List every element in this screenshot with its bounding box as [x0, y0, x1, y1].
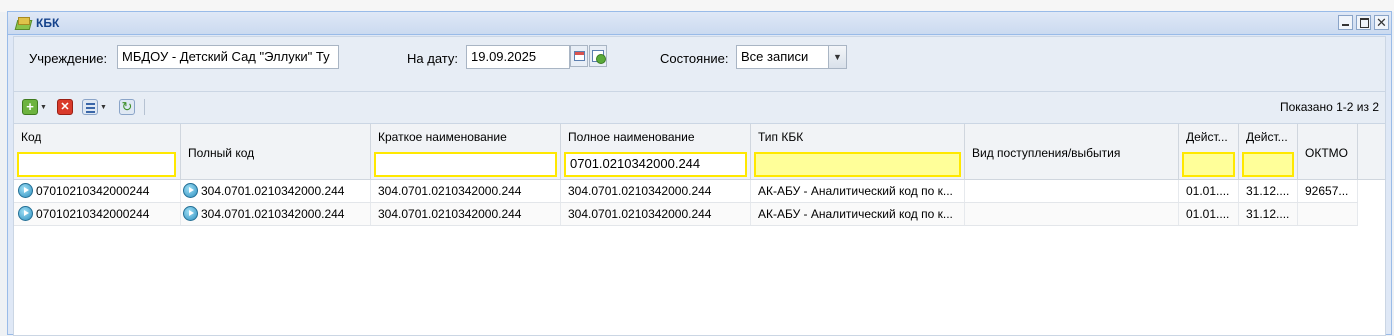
- minimize-button[interactable]: [1338, 15, 1353, 30]
- filter-bar: Учреждение: МБДОУ - Детский Сад "Эллуки"…: [13, 36, 1386, 92]
- open-record-icon[interactable]: [183, 206, 198, 222]
- table-row[interactable]: 07010210342000244 304.0701.0210342000.24…: [14, 180, 1358, 203]
- cell-kbk-type: АК-АБУ - Аналитический код по к...: [751, 203, 965, 225]
- column-header-valid-to[interactable]: Дейст...: [1239, 124, 1298, 180]
- column-label: Тип КБК: [758, 130, 804, 144]
- columns-menu-button[interactable]: ▼: [82, 98, 107, 116]
- open-record-icon[interactable]: [183, 183, 198, 199]
- cell-full-code: 304.0701.0210342000.244: [181, 180, 371, 202]
- cell-oktmo: [1298, 203, 1358, 225]
- institution-label: Учреждение:: [29, 51, 108, 66]
- valid-from-filter-input[interactable]: [1182, 152, 1235, 177]
- cell-flow-type: [965, 203, 1179, 225]
- column-header-short-name[interactable]: Краткое наименование: [371, 124, 561, 180]
- kbk-grid: Код Полный код Краткое наименование Полн…: [13, 123, 1386, 336]
- close-button[interactable]: ✕: [1374, 15, 1389, 30]
- kbk-type-filter-input[interactable]: [754, 152, 961, 177]
- full-name-filter-input[interactable]: 0701.0210342000.244: [564, 152, 747, 177]
- column-label: ОКТМО: [1305, 146, 1348, 160]
- column-header-kbk-type[interactable]: Тип КБК: [751, 124, 965, 180]
- calendar-refresh-icon: [592, 50, 606, 64]
- maximize-button[interactable]: [1356, 15, 1371, 30]
- cell-code: 07010210342000244: [14, 180, 181, 202]
- code-filter-input[interactable]: [17, 152, 176, 177]
- column-header-spacer: [1358, 124, 1385, 180]
- delete-icon: ✕: [57, 99, 73, 115]
- date-field[interactable]: 19.09.2025: [466, 45, 570, 69]
- column-label: Дейст...: [1246, 130, 1288, 144]
- records-count: Показано 1-2 из 2: [1279, 100, 1379, 114]
- state-dropdown-button[interactable]: ▼: [828, 45, 847, 69]
- column-label: Полное наименование: [568, 130, 695, 144]
- maximize-icon: [1360, 18, 1369, 28]
- state-label: Состояние:: [660, 51, 729, 66]
- cell-valid-to: 31.12....: [1239, 180, 1298, 202]
- cell-short-name: 304.0701.0210342000.244: [371, 203, 561, 225]
- column-header-valid-from[interactable]: Дейст...: [1179, 124, 1239, 180]
- column-header-full-name[interactable]: Полное наименование 0701.0210342000.244: [561, 124, 751, 180]
- column-label: Код: [21, 130, 42, 144]
- window-titlebar: КБК ✕: [8, 12, 1391, 35]
- refresh-button[interactable]: ↻: [119, 98, 135, 116]
- date-refresh-button[interactable]: [589, 45, 607, 67]
- calendar-icon: [574, 51, 585, 61]
- cell-full-name: 304.0701.0210342000.244: [561, 203, 751, 225]
- toolbar-separator: [144, 99, 145, 115]
- cell-kbk-type: АК-АБУ - Аналитический код по к...: [751, 180, 965, 202]
- books-icon: [14, 17, 33, 30]
- open-record-icon[interactable]: [18, 183, 33, 199]
- cell-full-code: 304.0701.0210342000.244: [181, 203, 371, 225]
- column-label: Полный код: [188, 146, 255, 160]
- column-label: Краткое наименование: [378, 130, 507, 144]
- calendar-button[interactable]: [570, 45, 588, 67]
- short-name-filter-input[interactable]: [374, 152, 557, 177]
- window-title: КБК: [36, 16, 60, 30]
- dropdown-arrow-icon: ▼: [100, 103, 107, 111]
- cell-valid-from: 01.01....: [1179, 180, 1239, 202]
- column-label: Вид поступления/выбытия: [972, 146, 1121, 160]
- column-label: Дейст...: [1186, 130, 1228, 144]
- refresh-icon: ↻: [119, 99, 135, 115]
- state-select[interactable]: Все записи: [736, 45, 829, 69]
- cell-full-name: 304.0701.0210342000.244: [561, 180, 751, 202]
- dropdown-arrow-icon: ▼: [40, 103, 47, 111]
- add-button[interactable]: + ▼: [22, 98, 47, 116]
- grid-toolbar: + ▼ ✕ ▼ ↻ Показано 1-2 из 2: [13, 92, 1386, 123]
- list-icon: [82, 99, 98, 115]
- add-icon: +: [22, 99, 38, 115]
- minimize-icon: [1342, 24, 1349, 26]
- institution-field[interactable]: МБДОУ - Детский Сад "Эллуки" Ту: [117, 45, 339, 69]
- delete-button[interactable]: ✕: [57, 98, 73, 116]
- open-record-icon[interactable]: [18, 206, 33, 222]
- column-header-full-code[interactable]: Полный код: [181, 124, 371, 180]
- table-row[interactable]: 07010210342000244 304.0701.0210342000.24…: [14, 203, 1358, 226]
- column-header-flow-type[interactable]: Вид поступления/выбытия: [965, 124, 1179, 180]
- cell-flow-type: [965, 180, 1179, 202]
- kbk-window: КБК ✕ Учреждение: МБДОУ - Детский Сад "Э…: [7, 11, 1392, 336]
- chevron-down-icon: ▼: [833, 52, 842, 62]
- cell-code: 07010210342000244: [14, 203, 181, 225]
- cell-valid-to: 31.12....: [1239, 203, 1298, 225]
- close-icon: ✕: [1376, 15, 1387, 30]
- valid-to-filter-input[interactable]: [1242, 152, 1294, 177]
- date-label: На дату:: [407, 51, 458, 66]
- cell-short-name: 304.0701.0210342000.244: [371, 180, 561, 202]
- cell-valid-from: 01.01....: [1179, 203, 1239, 225]
- cell-oktmo: 92657...: [1298, 180, 1358, 202]
- column-header-code[interactable]: Код: [14, 124, 181, 180]
- column-header-oktmo[interactable]: ОКТМО: [1298, 124, 1358, 180]
